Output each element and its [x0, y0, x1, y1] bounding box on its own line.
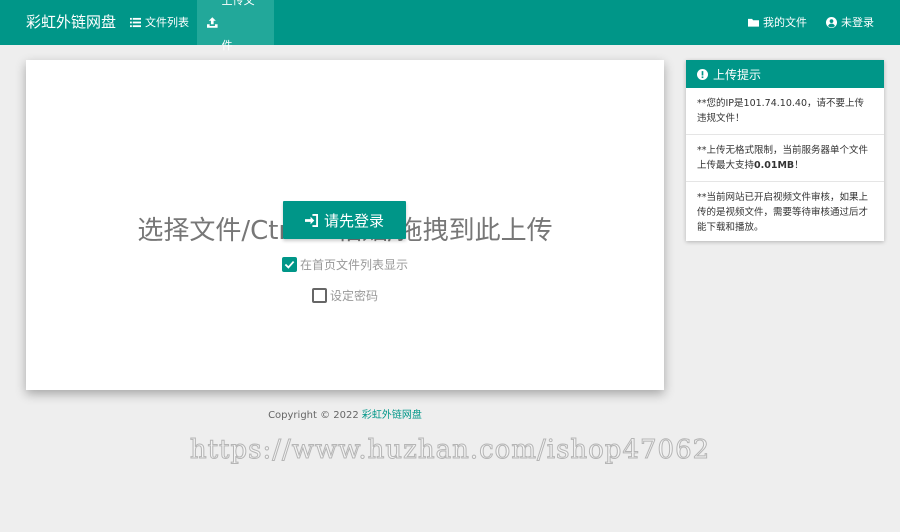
- login-button[interactable]: 请先登录: [283, 201, 406, 239]
- show-on-index-checkbox[interactable]: [281, 257, 297, 272]
- brand-logo[interactable]: 彩虹外链网盘: [26, 0, 116, 45]
- tips-title: 上传提示: [713, 67, 762, 82]
- check-icon: [284, 260, 295, 269]
- set-password-label: 设定密码: [329, 289, 378, 303]
- max-upload-size: 0.01MB: [754, 160, 795, 171]
- upload-tips-panel: 上传提示 **您的IP是101.74.10.40，请不要上传违规文件！ **上传…: [686, 60, 884, 241]
- tips-header: 上传提示: [686, 60, 884, 88]
- nav-file-list[interactable]: 文件列表: [120, 0, 199, 45]
- sign-in-icon: [304, 213, 318, 227]
- user-icon: [826, 17, 837, 28]
- footer-copyright: Copyright © 2022: [268, 410, 359, 421]
- upload-icon: [207, 17, 218, 28]
- tip-item: **上传无格式限制，当前服务器单个文件上传最大支持0.01MB！: [686, 135, 884, 182]
- footer: Copyright © 2022 彩虹外链网盘: [26, 406, 664, 421]
- tip-item: **您的IP是101.74.10.40，请不要上传违规文件！: [686, 88, 884, 135]
- exclamation-circle-icon: [697, 68, 708, 80]
- nav-file-list-label: 文件列表: [145, 16, 189, 29]
- nav-my-files-label: 我的文件: [763, 16, 807, 29]
- show-on-index-label: 在首页文件列表显示: [299, 258, 408, 272]
- upload-dropzone[interactable]: 选择文件/Ctrl+V粘贴/拖拽到此上传 请先登录 在首页文件列表显示 设定密码: [26, 60, 664, 390]
- set-password-option[interactable]: 设定密码: [26, 287, 664, 304]
- nav-login-status[interactable]: 未登录: [816, 0, 884, 45]
- footer-link[interactable]: 彩虹外链网盘: [362, 410, 422, 421]
- nav-my-files[interactable]: 我的文件: [738, 0, 817, 45]
- tip-item: **当前网站已开启视频文件审核，如果上传的是视频文件，需要等待审核通过后才能下载…: [697, 192, 869, 233]
- nav-upload-file[interactable]: 上传文件: [197, 0, 274, 52]
- nav-login-status-label: 未登录: [841, 16, 874, 29]
- top-navbar: 彩虹外链网盘 文件列表 上传文件 我的文件 未登录: [0, 0, 900, 52]
- login-button-label: 请先登录: [323, 212, 384, 230]
- set-password-checkbox[interactable]: [311, 288, 327, 303]
- list-icon: [130, 17, 141, 28]
- watermark-text: https://www.huzhan.com/ishop47062: [189, 435, 711, 466]
- nav-upload-file-label: 上传文件: [221, 0, 255, 52]
- folder-icon: [748, 18, 759, 27]
- show-on-index-option[interactable]: 在首页文件列表显示: [26, 256, 664, 273]
